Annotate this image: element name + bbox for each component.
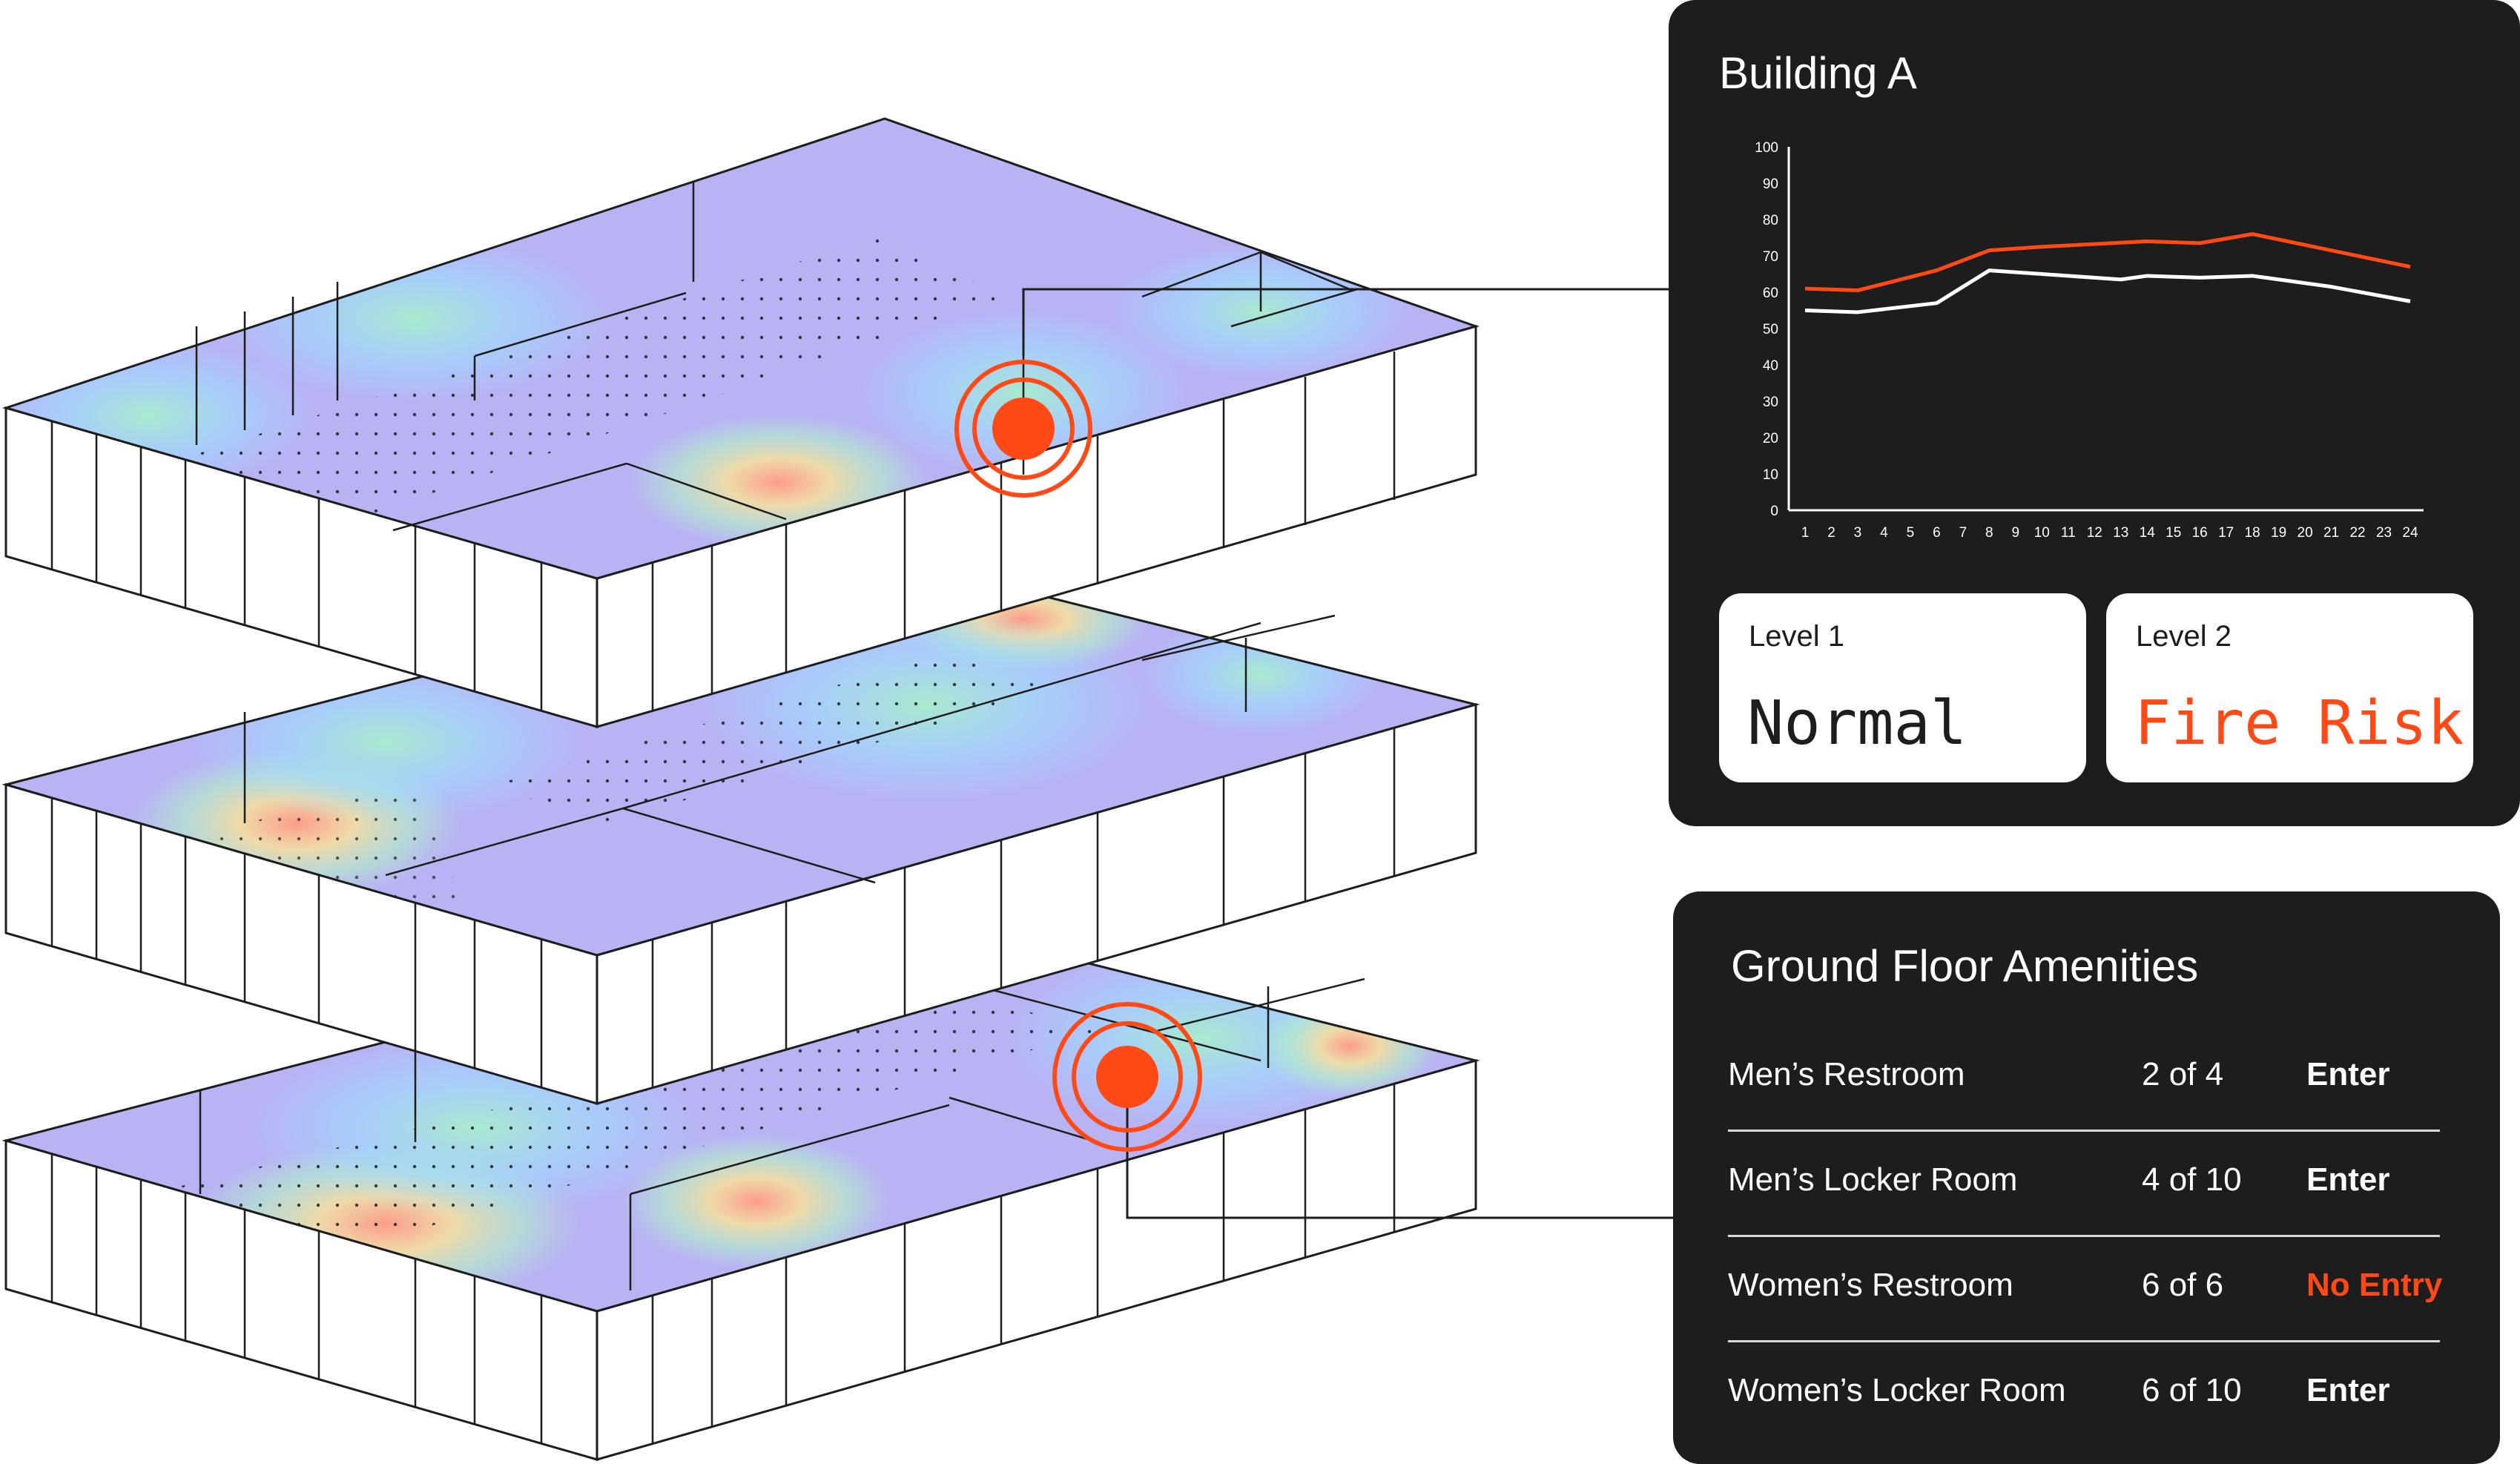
x-tick-label: 15	[2166, 525, 2181, 541]
amenities-panel: Ground Floor Amenities Men’s Restroom 2 …	[1673, 891, 2500, 1464]
fire-alert-icon[interactable]	[954, 360, 1092, 498]
x-tick-label: 4	[1880, 525, 1888, 541]
x-tick-label: 17	[2218, 525, 2234, 541]
level-1-label: Level 1	[1749, 620, 1844, 653]
amenity-row: Women’s Restroom 6 of 6 No Entry	[1728, 1237, 2442, 1342]
x-tick-label: 3	[1854, 525, 1862, 541]
x-tick-label: 6	[1933, 525, 1941, 541]
amenity-name: Men’s Locker Room	[1728, 1161, 2018, 1198]
x-tick-label: 2	[1827, 525, 1835, 541]
series-line-2	[1804, 268, 2411, 314]
level-1-card[interactable]: Level 1 Normal	[1719, 593, 2086, 782]
x-tick-label: 14	[2140, 525, 2156, 541]
amenity-action-button[interactable]: No Entry	[2306, 1267, 2442, 1304]
amenity-action-button[interactable]: Enter	[2306, 1161, 2389, 1198]
y-tick-label: 20	[1763, 431, 1778, 446]
amenity-row: Men’s Restroom 2 of 4 Enter	[1728, 1026, 2440, 1132]
temperature-line-chart: 01020304050607080901001 2 3 4 5 6 7 8 9 10 11 12 13 1…	[1755, 140, 2424, 541]
y-tick-label: 30	[1763, 395, 1778, 410]
amenity-occupancy: 2 of 4	[2142, 1056, 2224, 1092]
level-1-status: Normal	[1747, 688, 1967, 759]
x-tick-label: 7	[1959, 525, 1967, 541]
amenity-action-button[interactable]: Enter	[2306, 1372, 2389, 1409]
building-status-panel: Building A 0 10 20 30 40 50 60 70 80 90 100 1 2 3 4 5 6 7…	[1669, 0, 2520, 826]
amenity-occupancy: 4 of 10	[2142, 1161, 2242, 1198]
y-tick-label: 70	[1763, 249, 1778, 265]
x-tick-label: 8	[1985, 525, 1993, 541]
series-line-1	[1804, 232, 2411, 293]
x-tick-label: 11	[2061, 525, 2076, 541]
x-tick-label: 18	[2245, 525, 2260, 541]
x-tick-label: 5	[1907, 525, 1915, 541]
x-tick-label: 21	[2323, 525, 2339, 541]
y-tick-label: 40	[1763, 358, 1778, 374]
amenity-row: Women’s Locker Room 6 of 10 Enter	[1728, 1342, 2440, 1448]
x-tick-label: 20	[2298, 525, 2313, 541]
y-tick-label: 10	[1763, 467, 1778, 483]
x-tick-label: 22	[2349, 525, 2365, 541]
x-tick-label: 24	[2402, 525, 2418, 541]
level-2-label: Level 2	[2136, 620, 2232, 653]
amenity-action-button[interactable]: Enter	[2306, 1056, 2389, 1093]
level-2-plate	[1, 117, 1480, 728]
x-tick-label: 12	[2087, 525, 2102, 541]
x-tick-label: 19	[2271, 525, 2286, 541]
amenity-name: Women’s Locker Room	[1728, 1372, 2066, 1408]
x-tick-label: 16	[2192, 525, 2208, 541]
y-tick-label: 90	[1763, 177, 1778, 192]
amenity-occupancy: 6 of 6	[2142, 1267, 2224, 1303]
x-tick-label: 10	[2034, 525, 2050, 541]
x-tick-label: 23	[2376, 525, 2392, 541]
y-tick-label: 0	[1770, 504, 1778, 519]
level-2-card[interactable]: Level 2 Fire Risk	[2106, 593, 2473, 782]
x-tick-label: 1	[1801, 525, 1810, 541]
amenity-name: Women’s Restroom	[1728, 1267, 2013, 1303]
y-tick-label: 60	[1763, 286, 1778, 301]
amenities-title: Ground Floor Amenities	[1731, 941, 2199, 991]
y-tick-label: 100	[1755, 140, 1778, 156]
level-2-status: Fire Risk	[2134, 688, 2464, 759]
x-tick-label: 13	[2113, 525, 2128, 541]
amenity-name: Men’s Restroom	[1728, 1056, 1965, 1092]
x-tick-label: 9	[2012, 525, 2020, 541]
y-tick-label: 80	[1763, 213, 1778, 228]
y-tick-label: 50	[1763, 322, 1778, 337]
amenity-occupancy: 6 of 10	[2142, 1372, 2242, 1408]
amenity-row: Men’s Locker Room 4 of 10 Enter	[1728, 1132, 2440, 1237]
